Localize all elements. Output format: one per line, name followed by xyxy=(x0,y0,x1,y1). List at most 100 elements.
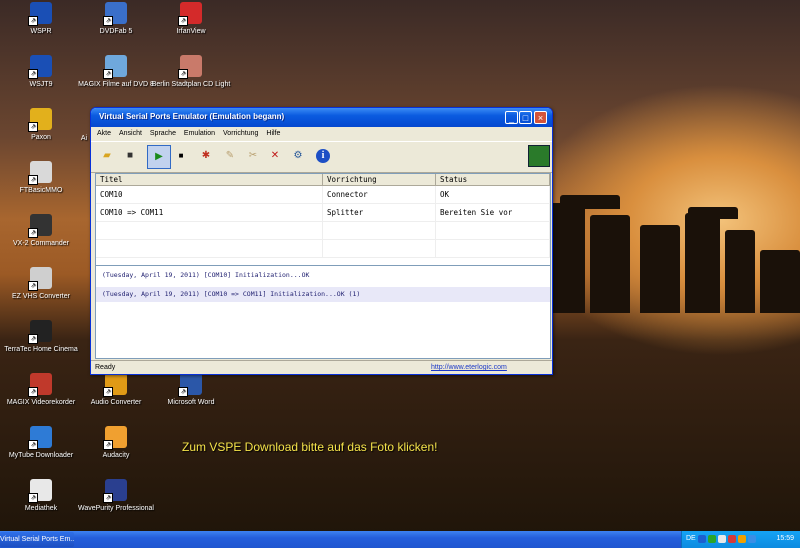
shortcut-arrow-icon: ↗ xyxy=(28,281,38,291)
column-header-status[interactable]: Status xyxy=(436,174,550,185)
play-icon[interactable]: ▶ xyxy=(147,145,171,169)
column-header-titel[interactable]: Titel xyxy=(96,174,323,185)
website-link[interactable]: http://www.eterlogic.com xyxy=(431,361,507,375)
log-line: (Tuesday, April 19, 2011) [COM10 => COM1… xyxy=(96,287,550,302)
menu-akte[interactable]: Akte xyxy=(97,127,111,140)
tray-icon[interactable] xyxy=(698,535,706,543)
stop-icon[interactable]: ■ xyxy=(173,148,189,164)
info-icon[interactable]: i xyxy=(316,149,330,163)
tray-icon[interactable] xyxy=(718,535,726,543)
tray-icon[interactable] xyxy=(708,535,716,543)
app-icon: ↗ xyxy=(28,108,52,132)
cell-titel: COM10 => COM11 xyxy=(96,204,323,221)
app-icon: ↗ xyxy=(178,2,202,26)
background-stonehenge xyxy=(540,195,800,315)
app-icon: ↗ xyxy=(103,373,127,397)
desktop-icon-label: EZ VHS Converter xyxy=(12,293,70,300)
app-icon: ↗ xyxy=(178,373,202,397)
shortcut-arrow-icon: ↗ xyxy=(28,440,38,450)
app-icon: ↗ xyxy=(28,479,52,503)
desktop-icon-label: FTBasicMMO xyxy=(19,187,63,194)
shortcut-arrow-icon: ↗ xyxy=(28,228,38,238)
shortcut-arrow-icon: ↗ xyxy=(103,440,113,450)
language-indicator[interactable]: DE xyxy=(686,535,696,542)
download-promo-text[interactable]: Zum VSPE Download bitte auf das Foto kli… xyxy=(182,440,437,454)
app-icon: ↗ xyxy=(178,55,202,79)
desktop-icon[interactable]: ↗ EZ VHS Converter xyxy=(0,267,86,301)
desktop-icon-label: Audacity xyxy=(102,452,130,459)
clock[interactable]: 15:59 xyxy=(776,535,794,542)
app-icon: ↗ xyxy=(103,2,127,26)
desktop-icon[interactable]: ↗ IrfanView xyxy=(146,2,236,36)
menu-hilfe[interactable]: Hilfe xyxy=(266,127,280,140)
desktop-icon[interactable]: ↗ Microsoft Word xyxy=(146,373,236,407)
device-card-icon[interactable] xyxy=(528,145,550,167)
menu-bar: Akte Ansicht Sprache Emulation Vorrichtu… xyxy=(91,127,552,140)
app-icon: ↗ xyxy=(103,55,127,79)
desktop-icon[interactable]: ↗ Audacity xyxy=(71,426,161,460)
add-device-icon[interactable]: ✱ xyxy=(198,148,214,164)
table-header: Titel Vorrichtung Status xyxy=(96,174,550,186)
maximize-button[interactable]: □ xyxy=(519,111,532,124)
tray-icon[interactable] xyxy=(728,535,736,543)
app-icon: ↗ xyxy=(103,479,127,503)
system-tray: DE 15:59 xyxy=(681,531,800,548)
edit-device-icon[interactable]: ✎ xyxy=(222,148,238,164)
column-header-vorrichtung[interactable]: Vorrichtung xyxy=(323,174,436,185)
shortcut-arrow-icon: ↗ xyxy=(103,493,113,503)
desktop-icon[interactable]: ↗ FTBasicMMO xyxy=(0,161,86,195)
desktop-icon-label: Microsoft Word xyxy=(167,399,215,406)
desktop-icon-label: Berlin Stadtplan CD Light xyxy=(151,81,231,88)
desktop-icon[interactable]: ↗ VX-2 Commander xyxy=(0,214,86,248)
desktop-icon[interactable]: ↗ WavePurity Professional xyxy=(71,479,161,513)
desktop-icon-label: VX-2 Commander xyxy=(12,240,70,247)
cell-vorrichtung: Splitter xyxy=(323,204,436,221)
window-title: Virtual Serial Ports Emulator (Emulation… xyxy=(99,112,285,121)
app-icon: ↗ xyxy=(28,161,52,185)
open-folder-icon[interactable]: ▰ xyxy=(99,148,115,164)
shortcut-arrow-icon: ↗ xyxy=(28,387,38,397)
cell-vorrichtung: Connector xyxy=(323,186,436,203)
remove-device-icon[interactable]: ✂ xyxy=(245,148,261,164)
cell-titel: COM10 xyxy=(96,186,323,203)
shortcut-arrow-icon: ↗ xyxy=(28,16,38,26)
table-row[interactable]: COM10 Connector OK xyxy=(96,186,550,204)
shortcut-arrow-icon: ↗ xyxy=(28,175,38,185)
shortcut-arrow-icon: ↗ xyxy=(178,387,188,397)
shortcut-arrow-icon: ↗ xyxy=(103,387,113,397)
tray-icon[interactable] xyxy=(748,535,756,543)
desktop-icon[interactable]: ↗ TerraTec Home Cinema xyxy=(0,320,86,354)
shortcut-arrow-icon: ↗ xyxy=(178,69,188,79)
app-icon: ↗ xyxy=(28,320,52,344)
tray-icons xyxy=(698,535,756,543)
shortcut-arrow-icon: ↗ xyxy=(178,16,188,26)
settings-icon[interactable]: ⚙ xyxy=(290,148,306,164)
cell-status: OK xyxy=(436,186,550,203)
menu-ansicht[interactable]: Ansicht xyxy=(119,127,142,140)
taskbar-task-vspe[interactable]: Virtual Serial Ports Em... xyxy=(0,532,74,547)
desktop-icon[interactable]: ↗ Berlin Stadtplan CD Light xyxy=(146,55,236,89)
save-icon[interactable]: ■ xyxy=(122,148,138,164)
desktop-icon-label: IrfanView xyxy=(176,28,206,35)
app-icon: ↗ xyxy=(28,373,52,397)
menu-vorrichtung[interactable]: Vorrichtung xyxy=(223,127,258,140)
close-button[interactable]: × xyxy=(534,111,547,124)
shortcut-arrow-icon: ↗ xyxy=(28,493,38,503)
toolbar: ▰ ■ ▶ ■ ✱ ✎ ✂ ✕ ⚙ i xyxy=(91,141,552,173)
log-panel: (Tuesday, April 19, 2011) [COM10] Initia… xyxy=(95,265,551,359)
table-row-empty xyxy=(96,222,550,240)
menu-sprache[interactable]: Sprache xyxy=(150,127,176,140)
status-bar: Ready http://www.eterlogic.com xyxy=(91,360,552,375)
menu-emulation[interactable]: Emulation xyxy=(184,127,215,140)
vspe-window: Virtual Serial Ports Emulator (Emulation… xyxy=(90,107,553,375)
shortcut-arrow-icon: ↗ xyxy=(28,122,38,132)
title-bar[interactable]: Virtual Serial Ports Emulator (Emulation… xyxy=(91,108,552,127)
shortcut-arrow-icon: ↗ xyxy=(28,334,38,344)
minimize-button[interactable]: _ xyxy=(505,111,518,124)
app-icon: ↗ xyxy=(28,214,52,238)
app-icon: ↗ xyxy=(28,267,52,291)
shortcut-arrow-icon: ↗ xyxy=(28,69,38,79)
delete-device-icon[interactable]: ✕ xyxy=(267,148,283,164)
tray-icon[interactable] xyxy=(738,535,746,543)
table-row[interactable]: COM10 => COM11 Splitter Bereiten Sie vor xyxy=(96,204,550,222)
